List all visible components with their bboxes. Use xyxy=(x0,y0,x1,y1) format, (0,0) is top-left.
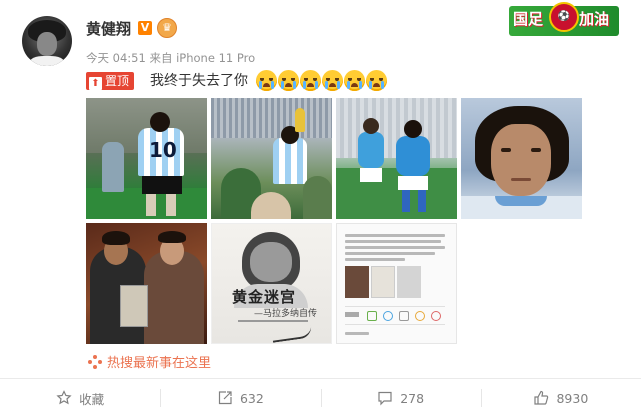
post-text: 我终于失去了你 xyxy=(150,73,248,89)
favorite-button[interactable]: 收藏 xyxy=(0,379,160,417)
crying-emoji-icon xyxy=(322,70,343,91)
like-count: 8930 xyxy=(556,390,589,406)
user-name[interactable]: 黄健翔 xyxy=(86,18,131,39)
photo-napoli-match[interactable] xyxy=(336,98,457,219)
comment-count: 278 xyxy=(400,390,425,406)
avatar[interactable] xyxy=(22,16,72,66)
crying-emoji-row xyxy=(256,70,387,92)
photo-world-cup-trophy[interactable] xyxy=(211,98,332,219)
pinned-badge: ⬆ 置顶 xyxy=(86,72,135,90)
banner-right-text: 加油 xyxy=(579,10,610,28)
crying-emoji-icon xyxy=(344,70,365,91)
post-meta: 今天 04:51 来自 iPhone 11 Pro xyxy=(86,51,256,65)
photo-maradona-back-10[interactable]: 10 xyxy=(86,98,207,219)
repost-count: 632 xyxy=(239,390,264,406)
pin-arrow-icon: ⬆ xyxy=(89,77,102,90)
hot-search-label: 热搜最新事在这里 xyxy=(107,356,212,371)
football-icon: ⚽ xyxy=(549,2,579,32)
photo-book-cover[interactable]: 黄金迷宫 —马拉多纳自传 xyxy=(211,223,332,344)
pinned-label: 置顶 xyxy=(105,74,130,88)
photo-weibo-screenshot[interactable] xyxy=(336,223,457,344)
photo-with-huang-jianxiang[interactable] xyxy=(86,223,207,344)
action-bar: 收藏 632 278 8930 xyxy=(0,379,641,417)
like-button[interactable]: 8930 xyxy=(480,379,641,417)
repost-icon xyxy=(218,391,232,405)
star-icon xyxy=(56,390,72,405)
repost-button[interactable]: 632 xyxy=(160,379,320,417)
crying-emoji-icon xyxy=(300,70,321,91)
comment-button[interactable]: 278 xyxy=(320,379,481,417)
crying-emoji-icon xyxy=(256,70,277,91)
crying-emoji-icon xyxy=(278,70,299,91)
team-china-banner[interactable]: 国足 ⚽ 加油 xyxy=(509,0,619,42)
member-crown-icon[interactable]: ♛ xyxy=(157,18,177,38)
thumbs-up-icon xyxy=(534,390,549,405)
crying-emoji-icon xyxy=(366,70,387,91)
comment-icon xyxy=(378,391,392,406)
banner-left-text: 国足 xyxy=(513,10,544,28)
book-title: 黄金迷宫 xyxy=(232,288,297,306)
favorite-label: 收藏 xyxy=(79,391,105,407)
sparkle-icon xyxy=(88,355,102,369)
verified-icon: V xyxy=(138,21,152,35)
photo-maradona-portrait[interactable] xyxy=(461,98,582,219)
book-subtitle: —马拉多纳自传 xyxy=(254,309,318,319)
hot-search-link[interactable]: 热搜最新事在这里 xyxy=(88,352,211,371)
